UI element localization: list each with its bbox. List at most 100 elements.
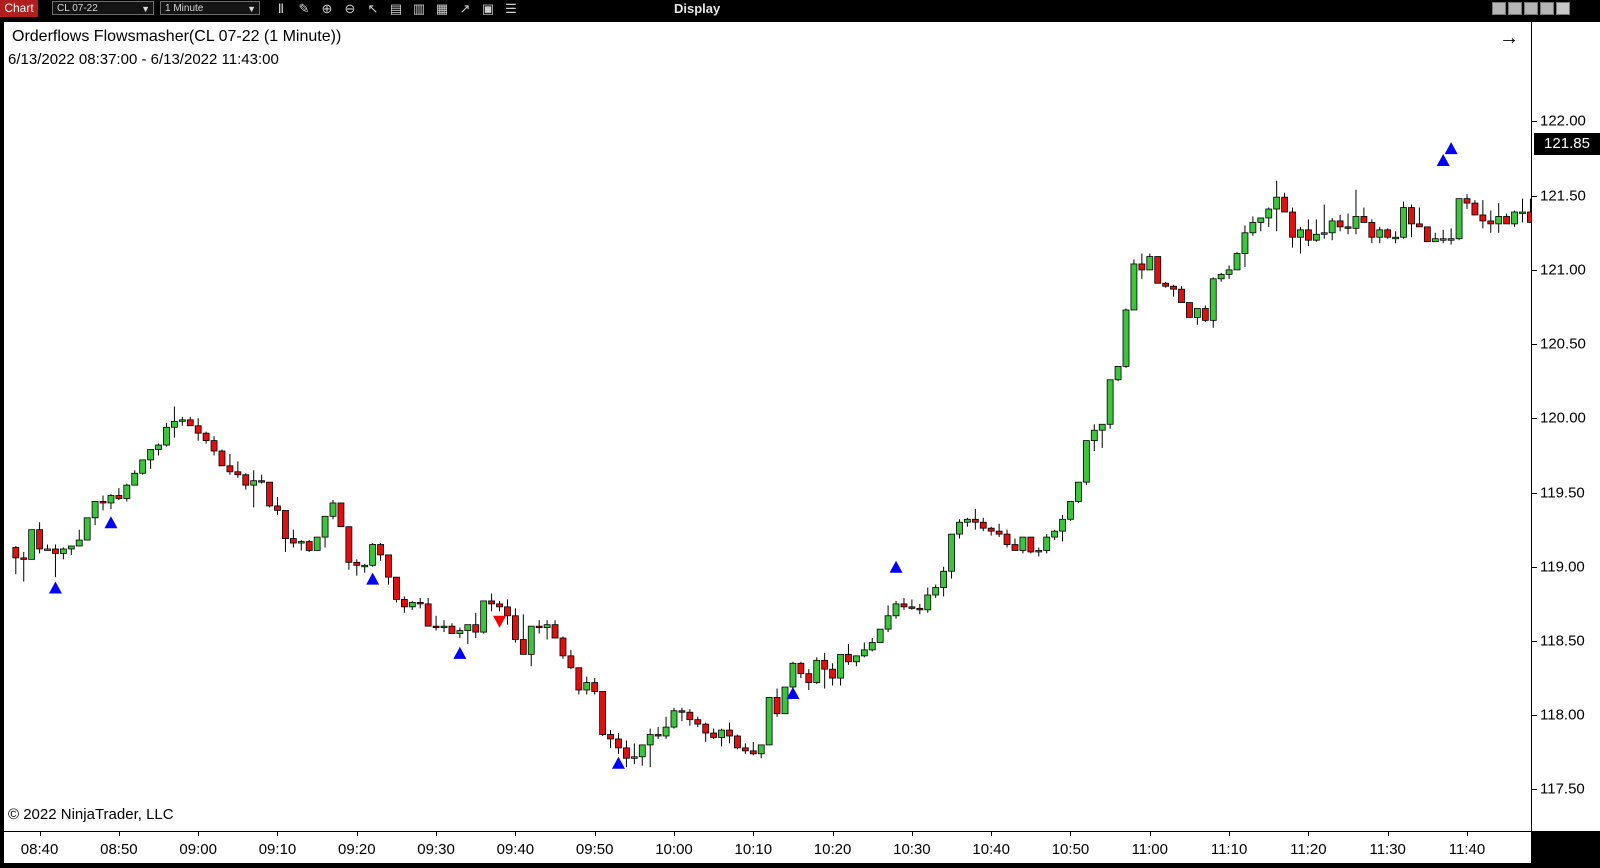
buy-signal-marker <box>104 516 118 529</box>
candle-up <box>1495 216 1503 225</box>
candle-up <box>662 726 670 737</box>
instrument-selector[interactable]: CL 07-22 ▼ <box>52 1 154 15</box>
candle-down <box>971 518 979 523</box>
candle-down <box>1384 229 1392 238</box>
time-tick-mark <box>1387 832 1389 836</box>
price-tick-mark <box>1532 566 1537 568</box>
time-tick-mark <box>1308 832 1310 836</box>
price-tick-label: 119.00 <box>1540 558 1585 576</box>
candle-up <box>527 625 535 655</box>
candle-up <box>543 624 551 629</box>
candle-down <box>1479 214 1487 222</box>
time-tick-label: 09:30 <box>417 841 455 858</box>
chevron-down-icon: ▼ <box>247 4 256 14</box>
price-tick-mark <box>1532 269 1537 271</box>
candle-down <box>1368 221 1376 238</box>
candle-down <box>12 547 20 559</box>
list-icon[interactable]: ☰ <box>500 0 522 18</box>
candle-down <box>99 501 107 504</box>
sell-signal-marker <box>493 615 507 628</box>
price-tick-mark <box>1532 640 1537 642</box>
price-tick-mark <box>1532 789 1537 791</box>
time-tick-label: 09:20 <box>338 841 376 858</box>
candlestick-chart[interactable] <box>4 22 1531 831</box>
time-tick-mark <box>118 832 120 836</box>
pointer-icon[interactable]: ↖ <box>362 0 384 18</box>
chart-panel[interactable]: Orderflows Flowsmasher(CL 07-22 (1 Minut… <box>4 22 1531 831</box>
candle-up <box>876 628 884 643</box>
time-tick-label: 09:50 <box>575 841 614 858</box>
candle-up <box>638 744 646 758</box>
candle-down <box>575 667 583 691</box>
candle-up <box>107 495 115 504</box>
candle-down <box>416 602 424 605</box>
display-label[interactable]: Display <box>674 0 720 17</box>
candle-up <box>1439 238 1447 241</box>
candle-up <box>630 756 638 759</box>
candle-down <box>52 548 59 554</box>
last-price-badge: 121.85 <box>1534 132 1600 155</box>
minimize-group-icon[interactable] <box>1492 2 1506 15</box>
candle-up <box>1090 429 1098 442</box>
notes-icon[interactable]: ▣ <box>477 0 499 18</box>
minimize-icon[interactable] <box>1508 2 1522 15</box>
candle-down <box>377 544 384 556</box>
candle-down <box>1344 226 1352 229</box>
maximize-icon[interactable] <box>1524 2 1538 15</box>
candle-down <box>1336 220 1344 228</box>
candle-down <box>686 711 694 721</box>
chart-tab[interactable]: Chart <box>0 0 38 17</box>
candle-up <box>178 419 186 422</box>
candle-up <box>583 682 591 691</box>
data-box-icon[interactable]: ▤ <box>385 0 407 18</box>
restore-icon[interactable] <box>1540 2 1554 15</box>
candle-up <box>408 602 416 608</box>
candle-up <box>147 449 155 461</box>
candle-up <box>1273 196 1281 210</box>
interval-selector[interactable]: 1 Minute ▼ <box>160 1 260 15</box>
close-icon[interactable] <box>1556 2 1570 15</box>
candle-down <box>305 541 313 551</box>
time-axis[interactable]: 08:40 08:50 09:00 09:10 09:20 09:30 09:40 09:50… <box>4 831 1531 863</box>
price-tick-mark <box>1532 195 1537 197</box>
strategy-icon[interactable]: ▦ <box>431 0 453 18</box>
candle-down <box>1162 282 1170 287</box>
candle-down <box>773 697 781 715</box>
candle-up <box>67 545 75 550</box>
candle-up <box>1257 217 1265 223</box>
candle-down <box>741 747 749 752</box>
zoom-out-icon[interactable]: ⊖ <box>339 0 361 18</box>
candle-down <box>1416 223 1423 228</box>
candle-down <box>218 450 226 467</box>
candle-up <box>1297 229 1304 238</box>
candle-up <box>329 502 337 517</box>
properties-icon[interactable]: ▥ <box>408 0 430 18</box>
candle-up <box>1320 232 1328 235</box>
time-tick-mark <box>594 832 596 836</box>
candle-down <box>282 509 289 539</box>
candle-up <box>852 655 860 663</box>
candle-down <box>694 719 702 725</box>
candle-down <box>1186 302 1193 318</box>
candle-up <box>924 594 932 611</box>
candle-up <box>646 734 654 746</box>
candle-down <box>1178 288 1185 303</box>
candle-down <box>1170 285 1177 290</box>
candle-up <box>297 541 305 544</box>
candle-down <box>393 576 400 600</box>
candle-down <box>702 723 710 734</box>
time-tick-mark <box>753 832 755 836</box>
zoom-in-icon[interactable]: ⊕ <box>316 0 338 18</box>
indicator-icon[interactable]: ↗ <box>454 0 476 18</box>
time-tick-label: 09:10 <box>258 841 297 858</box>
price-tick-mark <box>1532 715 1537 717</box>
candle-down <box>1003 533 1011 545</box>
price-tick-mark <box>1532 418 1537 420</box>
price-axis[interactable]: 121.85 122.00 121.50 121.00 120.50 120.00 119… <box>1531 22 1600 831</box>
candle-up <box>321 515 329 538</box>
draw-pencil-icon[interactable]: ✎ <box>293 0 315 18</box>
candle-up <box>1392 236 1400 240</box>
arrow-right-icon[interactable]: → <box>1499 28 1519 48</box>
bar-type-icon[interactable]: Ⅱ <box>270 0 292 18</box>
candle-down <box>829 668 836 679</box>
